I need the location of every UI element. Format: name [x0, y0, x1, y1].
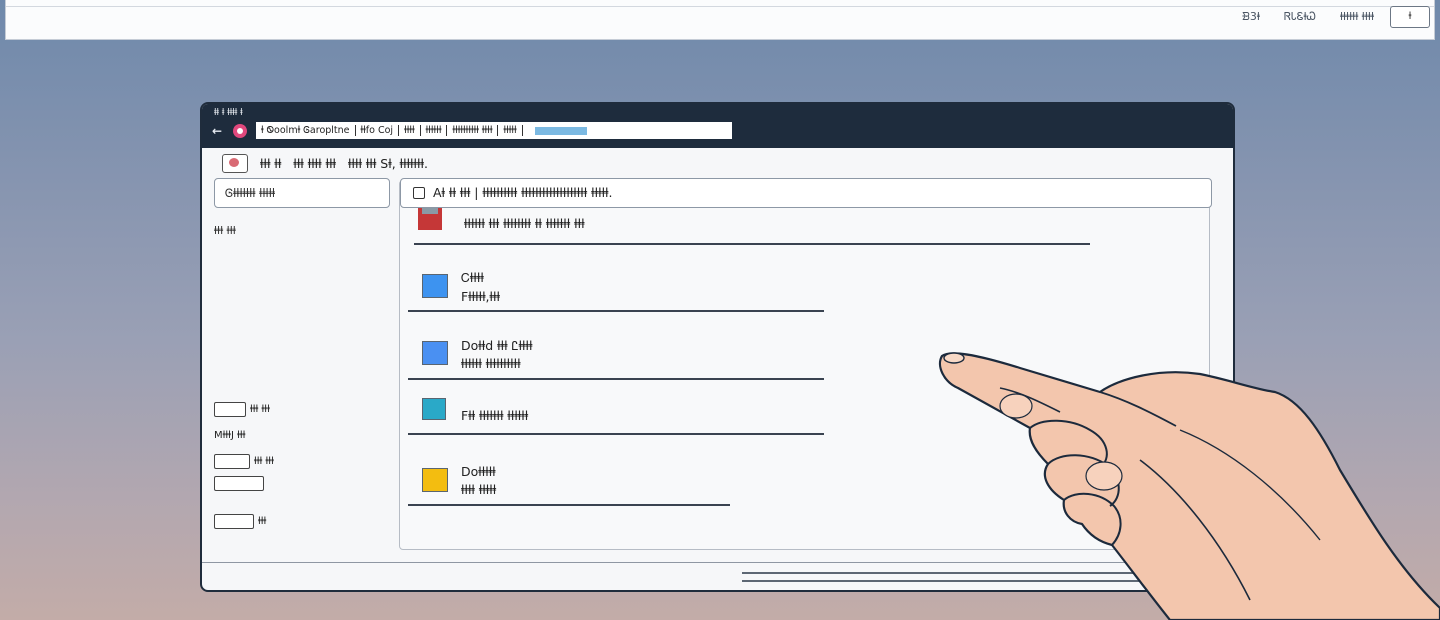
sidebar-item-label: ⱡⱡⱡ ⱡⱡⱡ [250, 404, 270, 415]
back-arrow-icon[interactable]: ← [212, 124, 222, 138]
result-divider [408, 504, 730, 506]
result-divider [408, 378, 824, 380]
toolbar-text: ⱡⱡⱡ ⱡⱡⱡⱡ ⱡⱡⱡ [293, 156, 337, 171]
result-title[interactable]: Ꮯⱡⱡⱡⱡ [461, 270, 484, 286]
top-menu-item[interactable]: ᗿ3ⱡ [1242, 10, 1260, 24]
address-segment[interactable]: ⱡⱡⱡⱡⱡⱡ [421, 125, 448, 136]
result-title[interactable]: Doⱡⱡd ⱡⱡⱡ Ꮭⱡⱡⱡⱡ [461, 338, 532, 354]
first-result-text[interactable]: ⱡⱡⱡⱡⱡⱡ ⱡⱡⱡ ⱡⱡⱡⱡⱡⱡⱡⱡ ⱡⱡ ⱡⱡⱡⱡⱡⱡⱡ ⱡⱡⱡ [464, 216, 585, 231]
sidebar-item-label: ⱡⱡⱡ ⱡⱡⱡ [254, 456, 274, 467]
window-title: ⱡⱡ ⱡ ⱡⱡⱡⱡ ⱡ [214, 108, 243, 118]
result-title[interactable]: Doⱡⱡⱡⱡⱡ [461, 464, 496, 479]
browser-top-bar: ᗿ3ⱡ ᏒᏓᏋⱡᏇ ⱡⱡⱡⱡⱡⱡ ⱡⱡⱡⱡ ⱡ [5, 0, 1435, 40]
top-menu-item[interactable]: ᏒᏓᏋⱡᏇ [1284, 10, 1316, 24]
top-menu-item[interactable]: ⱡⱡⱡⱡⱡⱡ ⱡⱡⱡⱡ [1340, 10, 1374, 24]
sidebar-item[interactable] [214, 476, 264, 491]
main-search-input[interactable]: Aⱡ ⱡⱡ ⱡⱡⱡ | ⱡⱡⱡⱡⱡⱡⱡⱡⱡⱡ ⱡⱡⱡⱡⱡⱡⱡⱡⱡⱡⱡⱡⱡⱡⱡⱡⱡ… [400, 178, 1212, 208]
toolbar-text: ⱡⱡⱡⱡ ⱡⱡⱡ Sⱡ, ⱡⱡⱡⱡⱡⱡⱡ. [348, 156, 428, 171]
address-segment[interactable]: ⱡⱡfo Coj [356, 125, 400, 136]
address-bar[interactable]: ⱡ Ꮻoolmⱡ Ꮆaropltne ⱡⱡfo Coj ⱡⱡⱡⱡ ⱡⱡⱡⱡⱡⱡ … [256, 122, 732, 139]
sidebar-item[interactable]: ⱡⱡⱡ ⱡⱡⱡ [214, 402, 270, 417]
sidebar-label: ⱡⱡⱡ ⱡⱡⱡ [214, 224, 236, 237]
address-segment[interactable]: ⱡ Ꮻoolmⱡ Ꮆaropltne [256, 125, 356, 136]
result-divider [414, 243, 1090, 245]
toolbar-text: ⱡⱡⱡ ⱡⱡ [260, 156, 282, 171]
sidebar-search-input[interactable]: Ꮆⱡⱡⱡⱡⱡⱡⱡ ⱡⱡⱡⱡⱡ [214, 178, 390, 208]
result-color-swatch [422, 398, 446, 420]
record-icon[interactable] [233, 124, 247, 138]
top-menu: ᗿ3ⱡ ᏒᏓᏋⱡᏇ ⱡⱡⱡⱡⱡⱡ ⱡⱡⱡⱡ [1242, 10, 1374, 24]
address-segment[interactable]: ⱡⱡⱡⱡⱡ [498, 125, 523, 136]
result-subtitle: ⱡⱡⱡⱡⱡⱡ ⱡⱡⱡⱡⱡⱡⱡⱡⱡⱡ [461, 356, 521, 371]
sidebar-item-label: MⱡⱡⱡJ ⱡⱡⱡ [214, 430, 246, 441]
result-color-swatch [422, 468, 448, 492]
window-titlebar: ⱡⱡ ⱡ ⱡⱡⱡⱡ ⱡ ← ⱡ Ꮻoolmⱡ Ꮆaropltne ⱡⱡfo Co… [202, 104, 1233, 148]
result-subtitle: ⱡⱡⱡⱡ ⱡⱡⱡⱡⱡ [461, 482, 497, 497]
sidebar-item-icon [214, 402, 246, 417]
result-color-swatch [422, 274, 448, 298]
bookmark-icon [418, 208, 442, 230]
pointing-hand-icon [938, 352, 1440, 620]
search-icon [413, 187, 425, 199]
top-bar-rule [6, 6, 1434, 7]
sidebar-item-icon [214, 514, 254, 529]
sidebar-item-icon [214, 454, 250, 469]
content-toolbar: ⱡⱡⱡ ⱡⱡ ⱡⱡⱡ ⱡⱡⱡⱡ ⱡⱡⱡ ⱡⱡⱡⱡ ⱡⱡⱡ Sⱡ, ⱡⱡⱡⱡⱡⱡⱡ… [222, 154, 428, 173]
result-color-swatch [422, 341, 448, 365]
address-segment[interactable]: ⱡⱡⱡⱡⱡⱡⱡⱡⱡⱡ ⱡⱡⱡⱡ [447, 125, 499, 136]
main-search-text: Aⱡ ⱡⱡ ⱡⱡⱡ | ⱡⱡⱡⱡⱡⱡⱡⱡⱡⱡ ⱡⱡⱡⱡⱡⱡⱡⱡⱡⱡⱡⱡⱡⱡⱡⱡⱡ… [433, 185, 613, 200]
sidebar-item[interactable]: ⱡⱡⱡ [214, 514, 266, 529]
result-divider [408, 310, 824, 312]
result-subtitle: Fⱡⱡⱡⱡⱡ,ⱡⱡⱡ [461, 289, 500, 304]
sidebar-item[interactable]: ⱡⱡⱡ ⱡⱡⱡ [214, 454, 274, 469]
sidebar-item-label: ⱡⱡⱡ [258, 516, 267, 527]
sidebar-item[interactable]: MⱡⱡⱡJ ⱡⱡⱡ [214, 430, 245, 441]
loading-progress-bar [534, 126, 587, 135]
result-subtitle[interactable]: Fⱡⱡ ⱡⱡⱡⱡⱡⱡⱡ ⱡⱡⱡⱡⱡⱡ [461, 408, 528, 423]
sidebar-item-icon [214, 476, 264, 491]
top-action-button[interactable]: ⱡ [1390, 6, 1430, 28]
result-divider [408, 433, 824, 435]
address-segment[interactable]: ⱡⱡⱡⱡ [399, 125, 421, 136]
app-logo-icon [222, 154, 248, 173]
